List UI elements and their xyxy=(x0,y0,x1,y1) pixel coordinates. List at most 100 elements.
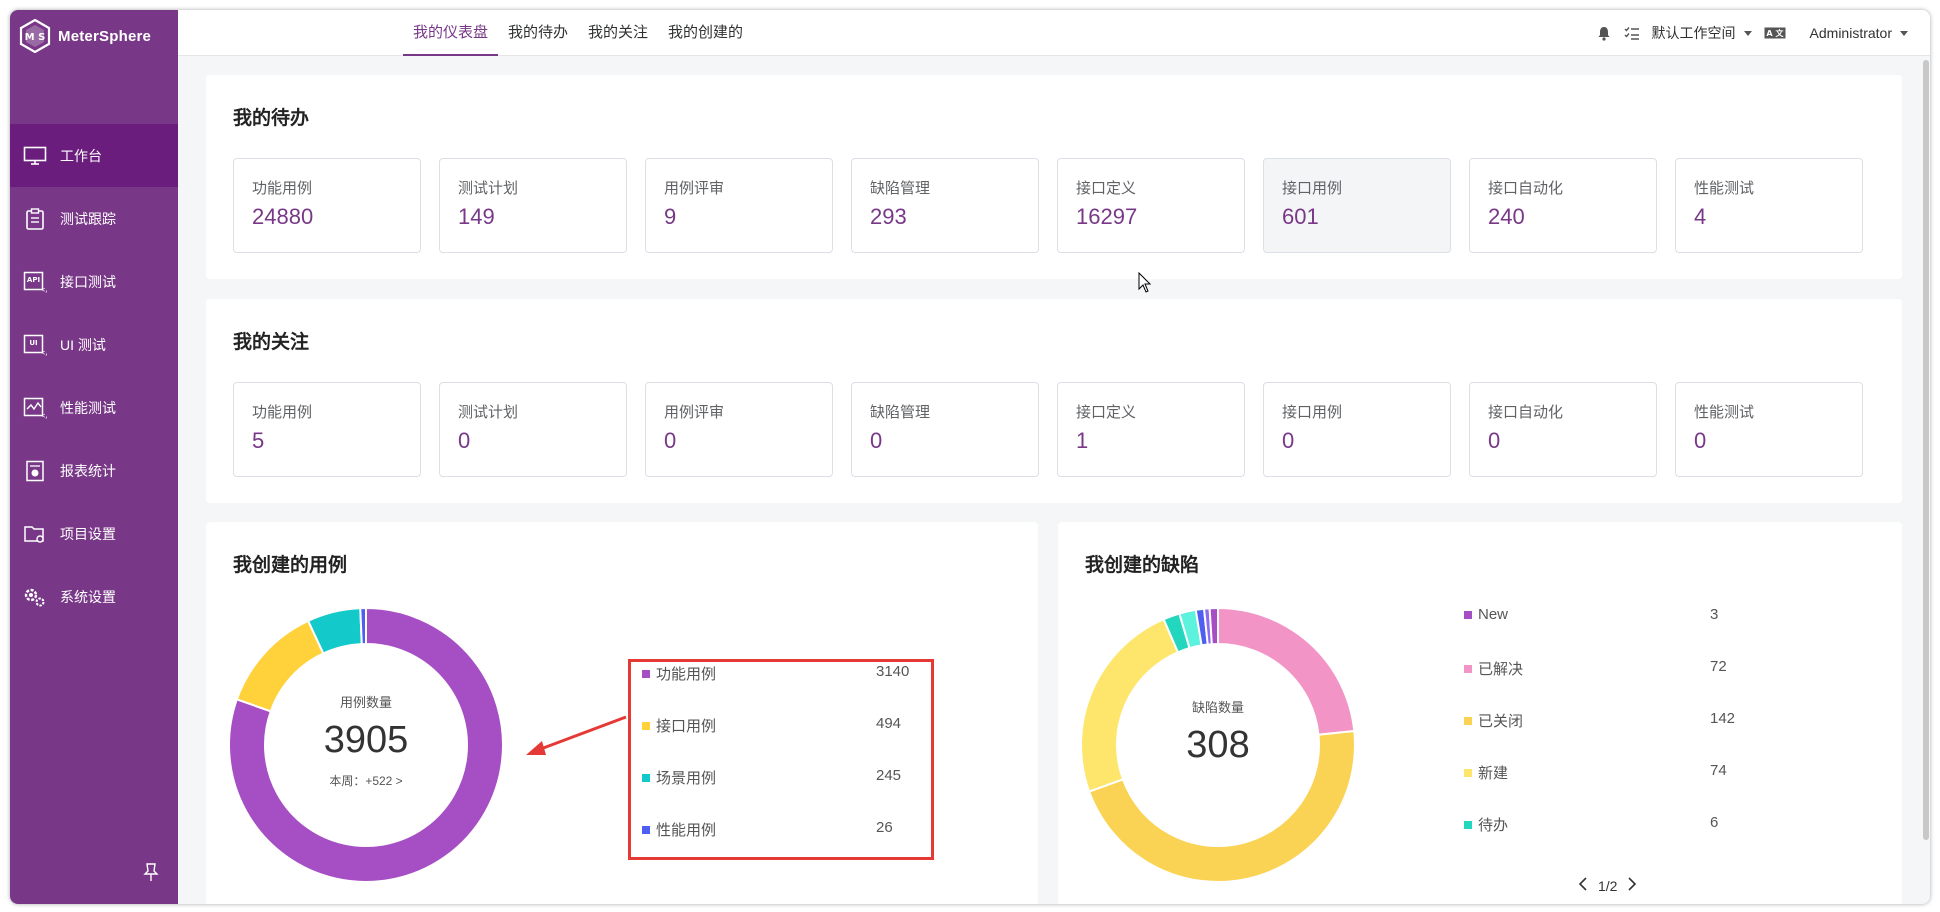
svg-text:</>: </> xyxy=(41,412,47,419)
cases-total: 3905 xyxy=(323,719,409,761)
pin-icon[interactable] xyxy=(143,862,159,882)
created-cases-panel: 我创建的用例 用例数量 3905 本周：+522 > 功能用例 3140 接口用例 4… xyxy=(206,522,1038,904)
stat-card[interactable]: 测试计划 0 xyxy=(439,382,627,477)
stat-label: 功能用例 xyxy=(252,404,313,421)
sidebar-item-ui-test[interactable]: UI </> UI 测试 xyxy=(10,313,178,376)
cases-slice-3[interactable] xyxy=(359,607,367,646)
stat-card[interactable]: 缺陷管理 293 xyxy=(851,158,1039,253)
cases-legend-item[interactable]: 功能用例 xyxy=(642,663,716,684)
sidebar-item-label: 系统设置 xyxy=(60,588,116,605)
app-logo[interactable]: M S MeterSphere xyxy=(18,16,151,56)
stat-value: 240 xyxy=(1488,204,1525,229)
bell-icon[interactable] xyxy=(1596,25,1612,41)
workspace-selector[interactable]: 默认工作空间 xyxy=(1652,23,1752,43)
legend-label: 性能用例 xyxy=(656,822,717,839)
defects-total: 308 xyxy=(1186,724,1250,766)
tab-my-created[interactable]: 我的创建的 xyxy=(658,10,753,56)
stat-value: 0 xyxy=(664,428,677,453)
stat-card[interactable]: 接口定义 1 xyxy=(1057,382,1245,477)
tab-my-follow[interactable]: 我的关注 xyxy=(578,10,658,56)
stat-card[interactable]: 接口自动化 240 xyxy=(1469,158,1657,253)
task-list-icon[interactable] xyxy=(1624,25,1640,41)
legend-label: 新建 xyxy=(1478,765,1509,782)
created-defects-panel: 我创建的缺陷 缺陷数量 308 New 3 已解决 72 已关闭 142 新建 74 待办 6 1… xyxy=(1058,522,1902,904)
defects-legend-item[interactable]: 已关闭 xyxy=(1464,710,1523,731)
stat-value: 601 xyxy=(1282,204,1319,229)
stat-value: 4 xyxy=(1694,204,1707,229)
defects-legend-item[interactable]: 新建 xyxy=(1464,762,1508,783)
sidebar-item-project-settings[interactable]: 项目设置 xyxy=(10,502,178,565)
stat-value: 16297 xyxy=(1076,204,1138,229)
stat-card[interactable]: 接口用例 0 xyxy=(1263,382,1451,477)
sidebar-item-performance-test[interactable]: </> 性能测试 xyxy=(10,376,178,439)
cases-donut-center: 用例数量 3905 本周：+522 > xyxy=(281,692,451,789)
stat-card[interactable]: 接口自动化 0 xyxy=(1469,382,1657,477)
stat-card[interactable]: 功能用例 24880 xyxy=(233,158,421,253)
stat-card[interactable]: 功能用例 5 xyxy=(233,382,421,477)
stat-card[interactable]: 性能测试 0 xyxy=(1675,382,1863,477)
defects-legend-item[interactable]: New xyxy=(1464,606,1508,623)
sidebar-item-test-track[interactable]: 测试跟踪 xyxy=(10,187,178,250)
ui-icon: UI </> xyxy=(22,333,48,357)
stat-value: 0 xyxy=(1694,428,1707,453)
stat-card[interactable]: 用例评审 0 xyxy=(645,382,833,477)
sidebar-item-label: 工作台 xyxy=(60,147,102,164)
dashboard-tabs: 我的仪表盘 我的待办 我的关注 我的创建的 xyxy=(403,10,753,56)
api-icon: API</> xyxy=(22,270,48,294)
legend-label: New xyxy=(1478,606,1509,623)
stat-card[interactable]: 性能测试 4 xyxy=(1675,158,1863,253)
stat-card[interactable]: 用例评审 9 xyxy=(645,158,833,253)
sidebar-item-workbench[interactable]: 工作台 xyxy=(10,124,178,187)
stat-value: 293 xyxy=(870,204,907,229)
stat-value: 0 xyxy=(1488,428,1501,453)
metersphere-logo-icon: M S xyxy=(19,19,51,53)
defects-slice-7[interactable] xyxy=(1208,607,1219,646)
legend-swatch xyxy=(1464,610,1472,619)
tab-my-dashboard[interactable]: 我的仪表盘 xyxy=(403,10,499,56)
stat-card[interactable]: 接口定义 16297 xyxy=(1057,158,1245,253)
language-icon[interactable]: A文 xyxy=(1764,25,1786,41)
follow-panel: 我的关注 功能用例 5 测试计划 0 用例评审 0 缺陷管理 0 接口定义 1 接口用例 0… xyxy=(206,299,1902,503)
legend-label: 接口用例 xyxy=(656,718,717,735)
cases-legend-item[interactable]: 场景用例 xyxy=(642,767,716,788)
stat-label: 缺陷管理 xyxy=(870,180,931,197)
stat-label: 接口定义 xyxy=(1076,404,1137,421)
defects-legend-value: 3 xyxy=(1710,606,1719,623)
stat-card[interactable]: 测试计划 149 xyxy=(439,158,627,253)
sidebar-item-system-settings[interactable]: 系统设置 xyxy=(10,565,178,628)
defects-legend-item[interactable]: 已解决 xyxy=(1464,658,1523,679)
cases-legend-value: 26 xyxy=(876,819,893,836)
sidebar-item-label: 测试跟踪 xyxy=(60,210,116,227)
stat-label: 接口自动化 xyxy=(1488,180,1564,197)
legend-swatch xyxy=(1464,664,1472,673)
top-header: 我的仪表盘 我的待办 我的关注 我的创建的 默认工作空间 A文 Administ… xyxy=(178,10,1930,56)
stat-card[interactable]: 缺陷管理 0 xyxy=(851,382,1039,477)
panel-title: 我创建的用例 xyxy=(233,555,348,576)
scrollbar-thumb[interactable] xyxy=(1923,60,1929,840)
performance-icon: </> xyxy=(22,396,48,420)
follow-cards: 功能用例 5 测试计划 0 用例评审 0 缺陷管理 0 接口定义 1 接口用例 0 接口自动… xyxy=(233,382,1863,477)
stat-label: 测试计划 xyxy=(458,404,519,421)
sidebar-item-label: 项目设置 xyxy=(60,525,116,542)
stat-label: 缺陷管理 xyxy=(870,404,931,421)
tab-my-todo[interactable]: 我的待办 xyxy=(498,10,578,56)
cases-weekly-link[interactable]: 本周：+522 > xyxy=(281,772,451,789)
sidebar-item-label: UI 测试 xyxy=(60,336,106,353)
sidebar-item-api-test[interactable]: API</> 接口测试 xyxy=(10,250,178,313)
chevron-left-icon[interactable] xyxy=(1578,877,1588,894)
cases-legend-value: 3140 xyxy=(876,663,910,680)
stat-value: 0 xyxy=(870,428,883,453)
cases-legend-item[interactable]: 接口用例 xyxy=(642,715,716,736)
sidebar-item-report[interactable]: 报表统计 xyxy=(10,439,178,502)
stat-value: 1 xyxy=(1076,428,1089,453)
cases-legend-item[interactable]: 性能用例 xyxy=(642,819,716,840)
sidebar: M S MeterSphere 工作台 测试跟踪 API</> xyxy=(10,10,178,904)
user-menu[interactable]: Administrator xyxy=(1810,25,1908,41)
chevron-right-icon[interactable] xyxy=(1627,877,1637,894)
legend-label: 已解决 xyxy=(1478,661,1524,678)
page-scrollbar[interactable] xyxy=(1922,56,1930,856)
stat-card[interactable]: 接口用例 601 xyxy=(1263,158,1451,253)
app-name: MeterSphere xyxy=(58,27,152,45)
defects-legend: New 3 已解决 72 已关闭 142 新建 74 待办 6 xyxy=(1464,606,1824,866)
defects-legend-item[interactable]: 待办 xyxy=(1464,814,1508,835)
